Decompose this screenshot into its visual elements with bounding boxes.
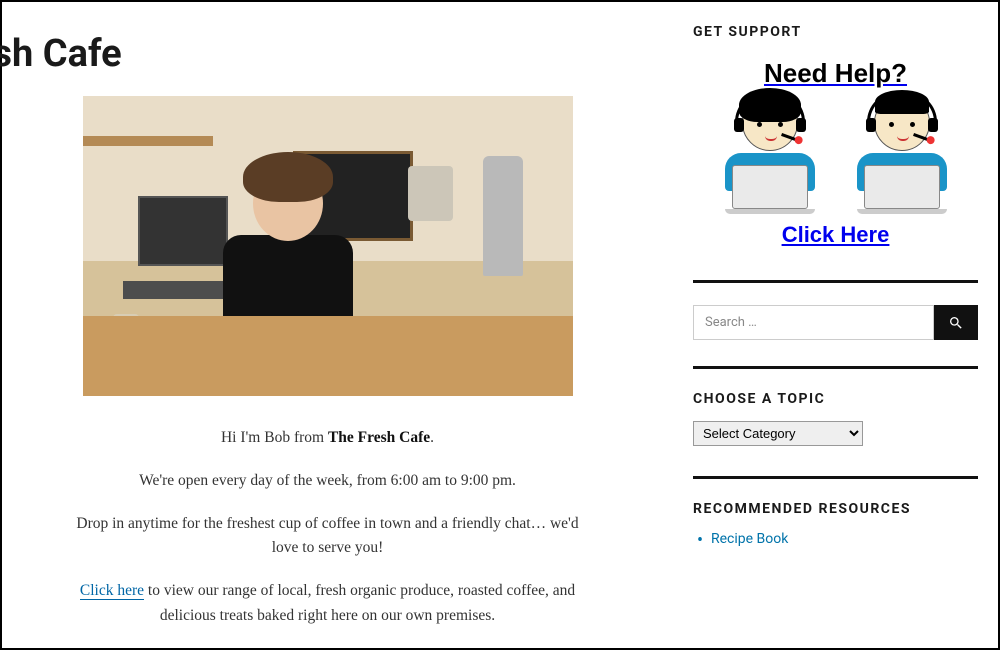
search-icon <box>948 315 964 331</box>
cta-rest: to view our range of local, fresh organi… <box>144 582 575 624</box>
cafe-name: The Fresh Cafe <box>328 429 430 446</box>
resource-link[interactable]: Recipe Book <box>711 531 788 547</box>
sidebar-divider <box>693 476 978 479</box>
post-date-fragment: , 2021 <box>0 187 92 207</box>
support-agents-illustration <box>693 95 978 214</box>
post-author-fragment: er <box>0 167 92 187</box>
click-here-text: Click Here <box>693 222 978 248</box>
sidebar-divider <box>693 280 978 283</box>
intro-suffix: . <box>430 429 434 446</box>
support-banner[interactable]: Need Help? Click Here <box>693 54 978 254</box>
cta-line: Click here to view our range of local, f… <box>68 579 588 629</box>
search-input[interactable] <box>693 305 934 340</box>
list-item: Recipe Book <box>697 531 978 547</box>
topic-heading: CHOOSE A TOPIC <box>693 391 978 407</box>
resources-list: Recipe Book <box>693 531 978 547</box>
page-title: esh Cafe <box>0 32 653 76</box>
post-content: Hi I'm Bob from The Fresh Cafe. We're op… <box>68 426 588 629</box>
hero-image <box>83 96 573 396</box>
invite-line: Drop in anytime for the freshest cup of … <box>68 512 588 562</box>
post-meta: er , 2021 <box>0 167 92 207</box>
resources-heading: RECOMMENDED RESOURCES <box>693 501 978 517</box>
click-here-link[interactable]: Click here <box>80 582 144 600</box>
category-select[interactable]: Select Category <box>693 421 863 446</box>
search-button[interactable] <box>934 305 978 340</box>
hours-line: We're open every day of the week, from 6… <box>68 469 588 494</box>
intro-prefix: Hi I'm Bob from <box>221 429 328 446</box>
support-heading: GET SUPPORT <box>693 24 978 40</box>
intro-line: Hi I'm Bob from The Fresh Cafe. <box>68 426 588 451</box>
sidebar-divider <box>693 366 978 369</box>
search-form <box>693 305 978 340</box>
need-help-text: Need Help? <box>693 58 978 89</box>
